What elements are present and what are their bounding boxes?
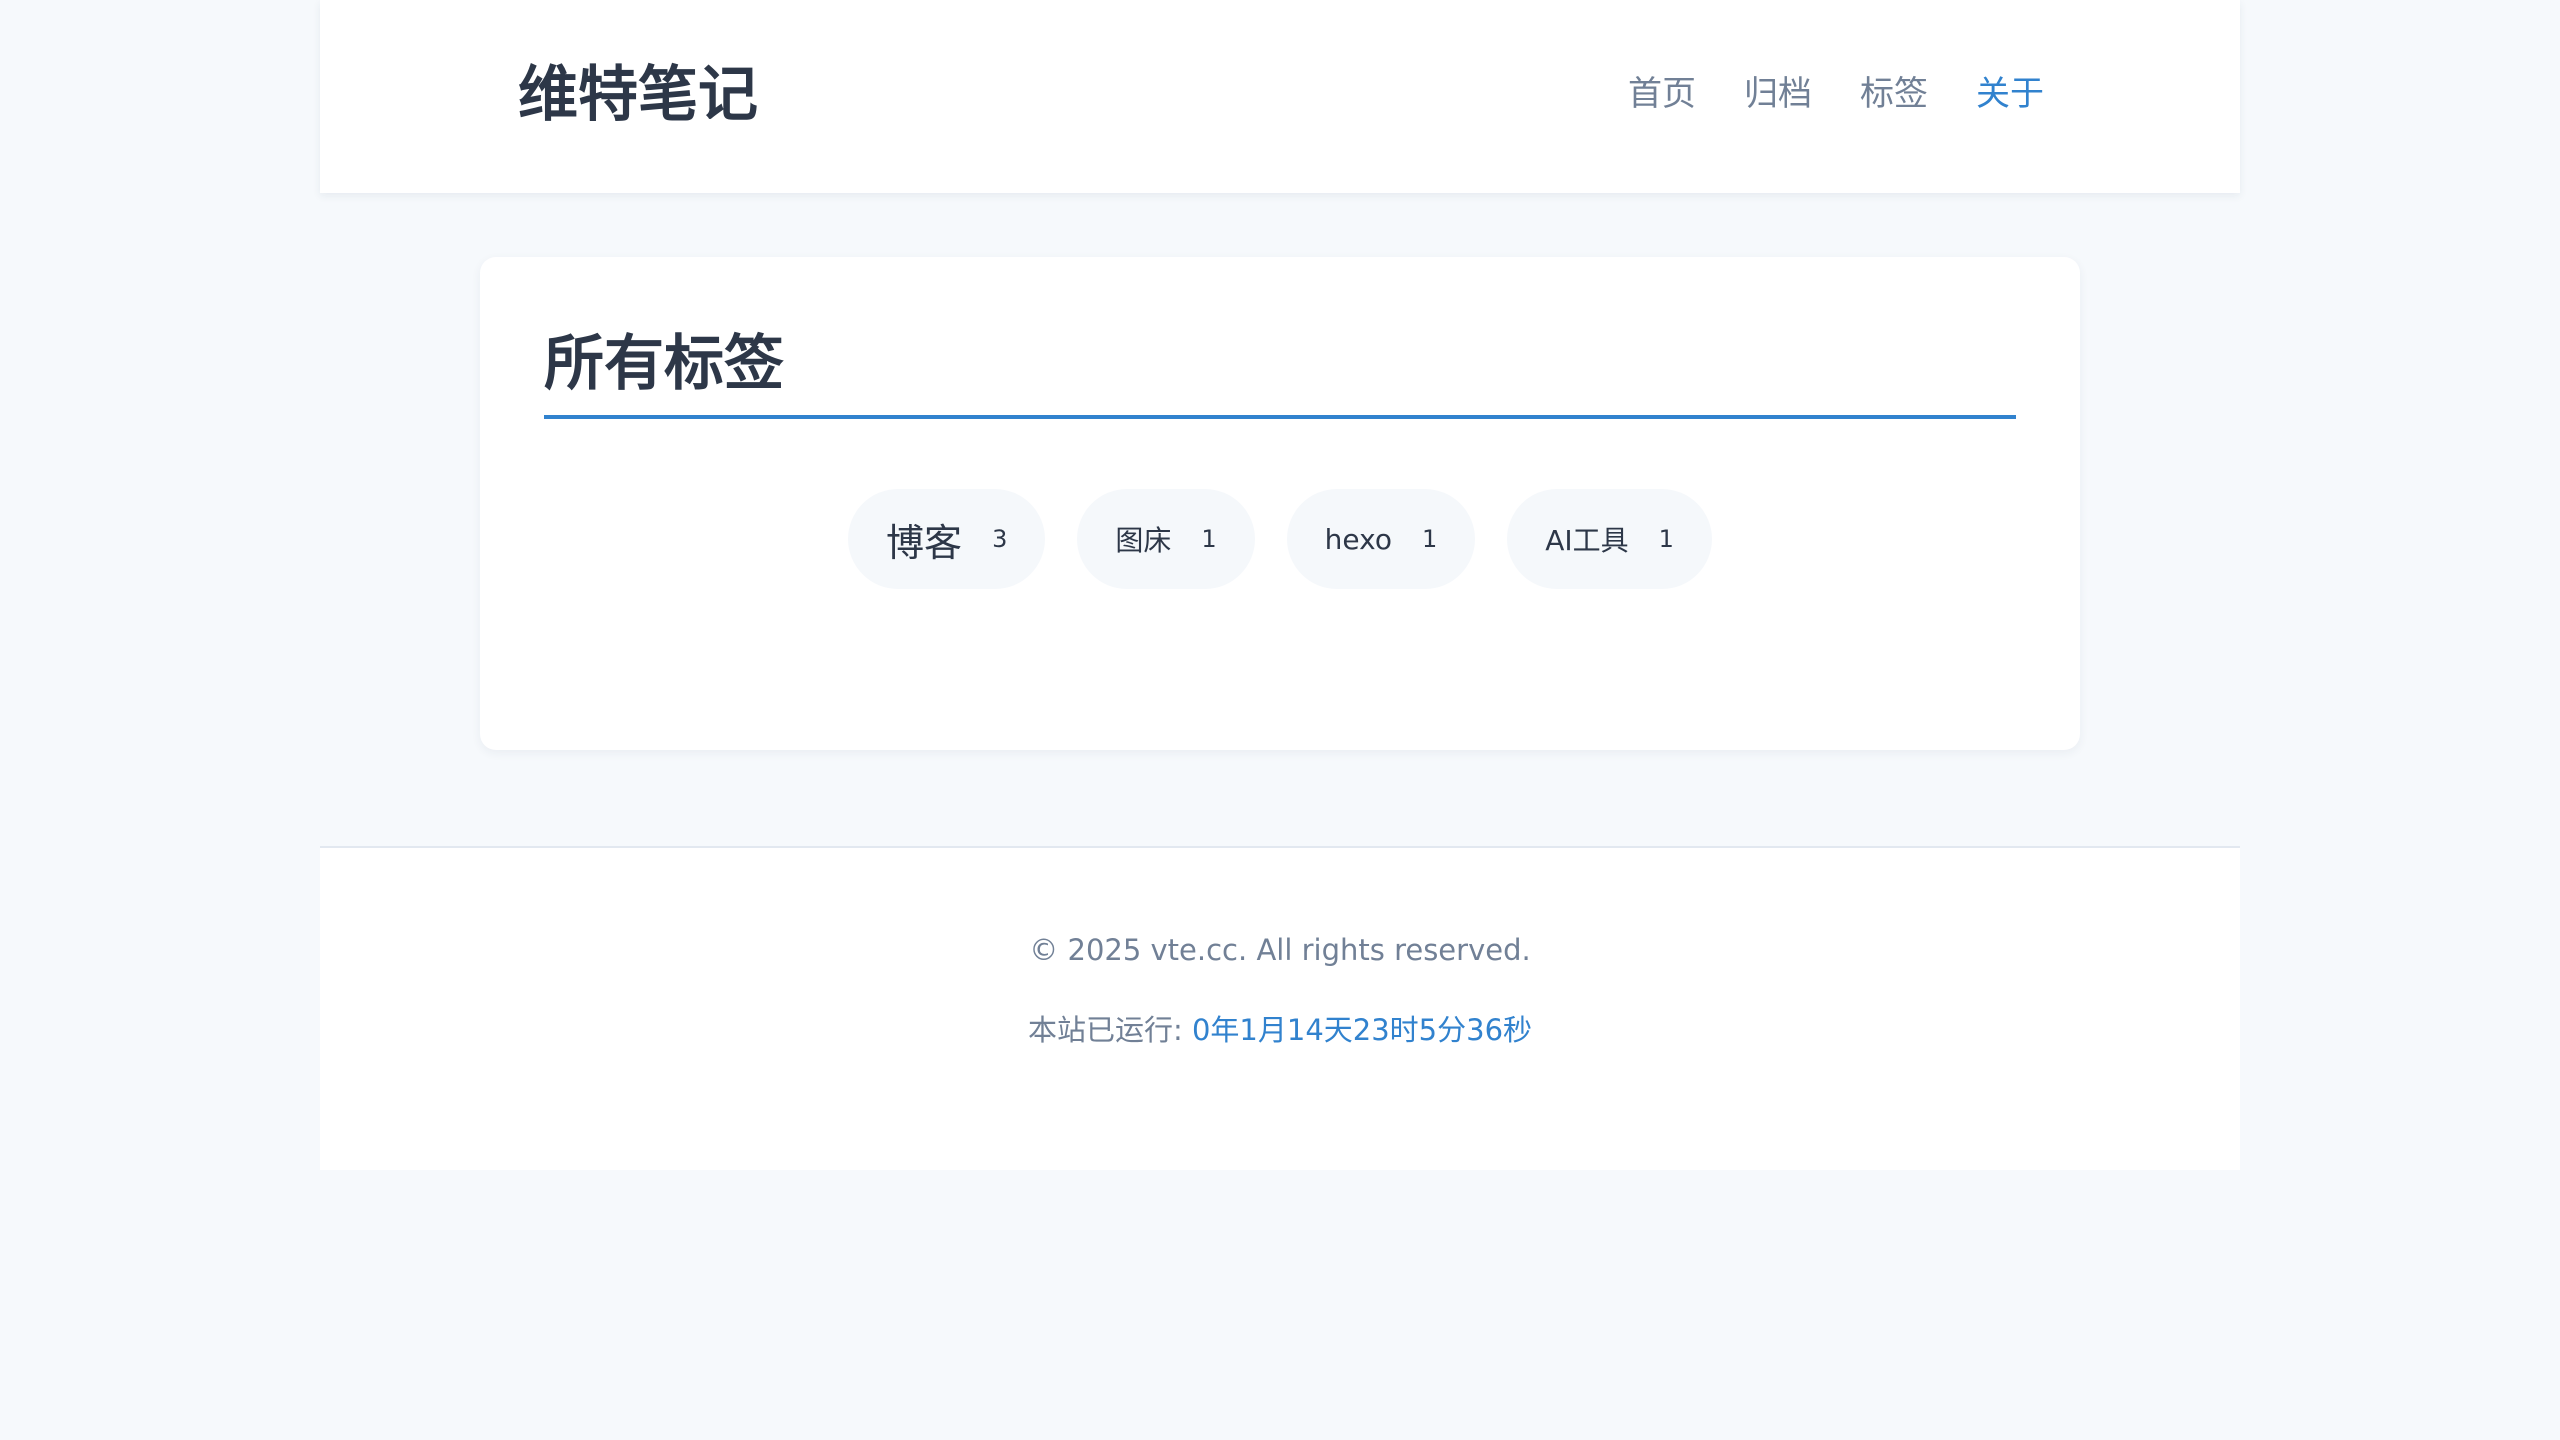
tag-chip-image-host[interactable]: 图床 1 [1077,489,1255,589]
tag-count: 1 [1201,525,1217,553]
nav-item-tags[interactable]: 标签 [1860,68,1928,120]
site-footer: © 2025 vte.cc. All rights reserved. 本站已运… [320,846,2240,1170]
tag-chip-ai-tools[interactable]: AI工具 1 [1507,489,1712,589]
tag-count: 1 [1421,525,1438,553]
tag-count: 1 [1658,525,1674,553]
tag-name: AI工具 [1545,524,1629,557]
tag-name: hexo [1324,522,1392,556]
uptime-line: 本站已运行: 0年1月14天23时5分36秒 [320,1010,2240,1050]
uptime-label: 本站已运行: [1027,1013,1192,1047]
site-header: 维特笔记 首页 归档 标签 关于 [320,0,2240,193]
main-nav: 首页 归档 标签 关于 [1628,68,2044,120]
page-title: 所有标签 [544,320,2016,419]
tag-chip-hexo[interactable]: hexo 1 [1286,489,1476,589]
tags-card: 所有标签 博客 3 图床 1 hexo 1 AI工具 1 [480,257,2080,750]
nav-item-home[interactable]: 首页 [1628,68,1696,120]
nav-item-about[interactable]: 关于 [1976,68,2044,120]
tag-list: 博客 3 图床 1 hexo 1 AI工具 1 [480,489,2080,589]
tag-name: 图床 [1115,524,1172,557]
tag-count: 3 [992,525,1008,553]
copyright-text: © 2025 vte.cc. All rights reserved. [1029,933,1531,967]
site-title[interactable]: 维特笔记 [518,55,758,135]
uptime-value: 0年1月14天23时5分36秒 [1191,1013,1533,1047]
tag-chip-blog[interactable]: 博客 3 [848,489,1046,589]
nav-item-archive[interactable]: 归档 [1744,68,1812,120]
tag-name: 博客 [886,520,963,565]
